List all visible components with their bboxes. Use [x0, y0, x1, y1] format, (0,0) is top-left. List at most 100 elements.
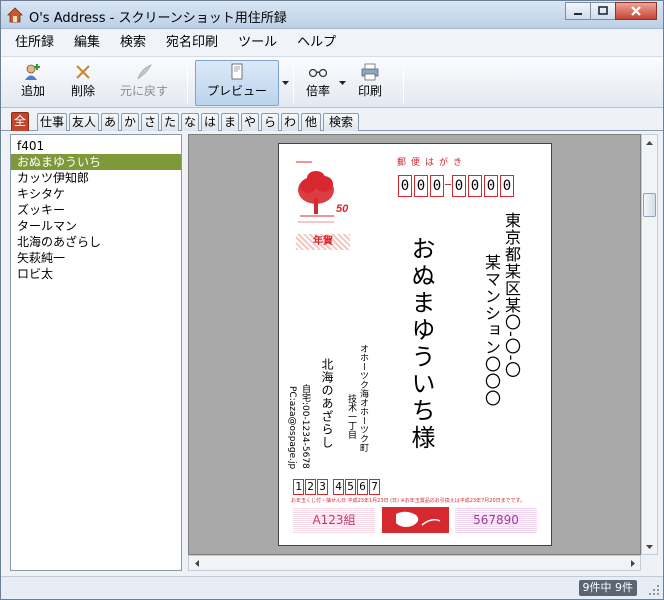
- preview-page-icon: [231, 63, 243, 80]
- scroll-up-arrow[interactable]: [642, 135, 657, 150]
- list-item[interactable]: ズッキー: [11, 202, 181, 218]
- list-item[interactable]: f401: [11, 138, 181, 154]
- toolbar-separator: [293, 63, 294, 103]
- zoom-label: 倍率: [305, 84, 330, 98]
- menu-help[interactable]: ヘルプ: [289, 30, 348, 56]
- preview-button[interactable]: プレビュー: [195, 60, 279, 106]
- tab-wa[interactable]: わ: [281, 113, 299, 131]
- resize-grip-icon[interactable]: [648, 584, 660, 596]
- index-tabs: 全 仕事 友人 あ か さ た な は ま や ら わ 他 検索: [1, 109, 663, 131]
- menu-address-print[interactable]: 宛名印刷: [158, 30, 230, 56]
- menu-address-book[interactable]: 住所録: [7, 30, 66, 56]
- zip-digit: 0: [414, 175, 428, 197]
- vertical-scrollbar[interactable]: [641, 134, 658, 555]
- minimize-button[interactable]: [565, 2, 591, 20]
- arrow-right-icon: [630, 560, 635, 567]
- tab-a[interactable]: あ: [101, 113, 119, 131]
- toolbar-separator: [403, 63, 404, 103]
- sender-zip-digit: 2: [305, 479, 316, 495]
- vertical-scroll-thumb[interactable]: [643, 193, 656, 217]
- menu-search[interactable]: 検索: [112, 30, 158, 56]
- record-count: 9件中 9件: [578, 580, 637, 596]
- scroll-left-arrow[interactable]: [189, 556, 204, 571]
- zip-digit: 0: [500, 175, 514, 197]
- minimize-icon: [574, 13, 582, 15]
- toolbar: 追加 削除 元に戻す プレビュー 倍率 印刷: [1, 56, 663, 108]
- tree-stamp-icon: 50: [296, 161, 349, 223]
- list-item[interactable]: 矢萩純一: [11, 250, 181, 266]
- nenga-mark: 年賀: [296, 234, 350, 250]
- sender-zip-digit: 3: [317, 479, 328, 495]
- maximize-icon: [598, 6, 608, 15]
- list-item[interactable]: 北海のあざらし: [11, 234, 181, 250]
- scroll-right-arrow[interactable]: [625, 556, 640, 571]
- sender-zip-digit: 1: [293, 479, 304, 495]
- recipient-address2: 某マンション〇〇〇: [482, 254, 501, 407]
- preview-label: プレビュー: [206, 84, 267, 98]
- zip-digit: 0: [398, 175, 412, 197]
- printer-icon: [361, 63, 379, 81]
- title-bar[interactable]: O's Address - スクリーンショット用住所録: [1, 1, 663, 29]
- list-item[interactable]: カッツ伊知郎: [11, 170, 181, 186]
- sender-name: 北海のあざらし: [320, 358, 334, 449]
- print-button[interactable]: 印刷: [353, 61, 387, 105]
- sender-zip-digit: 4: [333, 479, 344, 495]
- postcard-label: 郵便はがき: [397, 158, 468, 168]
- zip-digit: 0: [452, 175, 466, 197]
- tab-sa[interactable]: さ: [141, 113, 159, 131]
- undo-button[interactable]: 元に戻す: [114, 61, 174, 105]
- list-item[interactable]: タールマン: [11, 218, 181, 234]
- sender-zip-digit: 6: [357, 479, 368, 495]
- tab-all[interactable]: 全: [11, 112, 29, 131]
- glasses-icon: [308, 68, 328, 78]
- lottery-number: 567890: [455, 507, 537, 533]
- feather-icon: [137, 64, 152, 80]
- sender-address2: 技术一丁目: [346, 394, 356, 439]
- arrow-down-icon: [646, 544, 653, 549]
- zoom-button[interactable]: 倍率: [301, 61, 335, 105]
- list-item[interactable]: キシタケ: [11, 186, 181, 202]
- tab-ma[interactable]: ま: [221, 113, 239, 131]
- tab-ka[interactable]: か: [121, 113, 139, 131]
- menu-tools[interactable]: ツール: [230, 30, 289, 56]
- dropdown-arrow-icon: [281, 81, 289, 85]
- tab-ta[interactable]: た: [161, 113, 179, 131]
- tab-other[interactable]: 他: [301, 113, 321, 131]
- print-label: 印刷: [357, 84, 382, 98]
- house-icon: [7, 7, 23, 23]
- tab-friends[interactable]: 友人: [69, 113, 99, 131]
- scroll-down-arrow[interactable]: [642, 539, 657, 554]
- list-item-selected[interactable]: おぬまゆういち: [11, 154, 181, 170]
- sender-address1: オホーツク海オホーツク町: [358, 344, 368, 452]
- lottery-logo-icon: [396, 511, 441, 527]
- add-button[interactable]: 追加: [13, 61, 53, 105]
- sender-zip-digit: 7: [369, 479, 380, 495]
- lottery-note: お年玉くじ付・抽せん日 平成23年1月23日 (日) ※お年玉賞品のお引換えは平…: [291, 498, 526, 504]
- close-button[interactable]: [615, 2, 657, 20]
- sender-zip-digit: 5: [345, 479, 356, 495]
- close-icon: [631, 6, 641, 16]
- list-item[interactable]: ロビ太: [11, 266, 181, 282]
- zip-digit: 0: [430, 175, 444, 197]
- menu-edit[interactable]: 編集: [66, 30, 112, 56]
- tab-ya[interactable]: や: [241, 113, 259, 131]
- delete-label: 削除: [70, 84, 95, 98]
- tab-ha[interactable]: は: [201, 113, 219, 131]
- toolbar-separator: [187, 63, 188, 103]
- contact-list[interactable]: f401 おぬまゆういち カッツ伊知郎 キシタケ ズッキー タールマン 北海のあ…: [10, 134, 182, 571]
- tab-ra[interactable]: ら: [261, 113, 279, 131]
- sender-phone: 自宅:00-1234-5678: [300, 384, 310, 469]
- zoom-dropdown-arrow[interactable]: [337, 79, 347, 87]
- sender-email: PC:aza@ospage.jp: [287, 386, 297, 470]
- delete-button[interactable]: 削除: [63, 61, 103, 105]
- undo-label: 元に戻す: [119, 84, 168, 98]
- delete-x-icon: [76, 65, 90, 79]
- preview-dropdown-arrow[interactable]: [280, 79, 290, 87]
- tab-work[interactable]: 仕事: [37, 113, 67, 131]
- recipient-name: おぬまゆういち様: [407, 236, 435, 452]
- maximize-button[interactable]: [590, 2, 616, 20]
- tab-na[interactable]: な: [181, 113, 199, 131]
- preview-area[interactable]: 50 年賀 郵便はがき 0 0 0 0 0 0 0 東京都某区某〇-〇-〇 某マ…: [188, 134, 641, 555]
- tab-search[interactable]: 検索: [323, 113, 359, 131]
- horizontal-scrollbar[interactable]: [188, 555, 641, 571]
